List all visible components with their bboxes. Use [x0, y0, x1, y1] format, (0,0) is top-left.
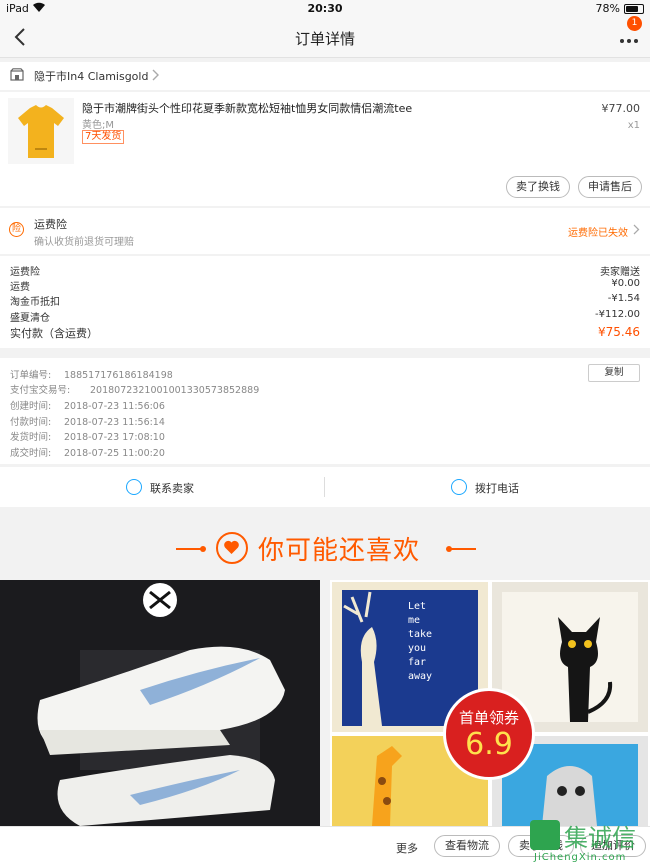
- cost-label: 运费险: [10, 267, 40, 278]
- item-quantity: x1: [627, 120, 640, 131]
- cost-value: -¥1.54: [607, 293, 640, 304]
- chevron-right-icon: [152, 69, 159, 81]
- total-amount: ¥75.46: [598, 325, 640, 339]
- decor-line: [176, 548, 202, 550]
- info-value: 2018072321001001330573852889: [90, 385, 260, 396]
- clock: 20:30: [307, 2, 343, 15]
- watermark: 集诚信 JiChengXin.com: [530, 818, 648, 866]
- cost-row: 淘金币抵扣 -¥1.54: [10, 293, 640, 308]
- product-card-pillows[interactable]: Let me take you far away 首单领券 6.9: [330, 580, 650, 826]
- info-label: 订单编号:: [10, 370, 52, 381]
- info-label: 支付宝交易号:: [10, 385, 71, 396]
- sell-exchange-button[interactable]: 卖了换钱: [506, 176, 570, 198]
- decor-line: [450, 548, 476, 550]
- info-label: 创建时间:: [10, 401, 52, 412]
- battery-percent: 78%: [595, 2, 620, 15]
- insurance-icon: 险: [9, 222, 24, 237]
- coupon-amount: 6.9: [465, 727, 513, 762]
- order-info-row: 发货时间: 2018-07-23 17:08:10: [10, 429, 165, 443]
- contact-seller-button[interactable]: 联系卖家: [0, 467, 325, 507]
- recommend-header: 你可能还喜欢: [0, 512, 650, 578]
- battery-icon: [624, 4, 644, 14]
- chevron-right-icon: [633, 224, 640, 235]
- sneaker-image: [0, 580, 320, 826]
- shop-icon: [10, 68, 24, 81]
- cost-row: 盛夏清仓 -¥112.00: [10, 309, 640, 324]
- order-info-row: 创建时间: 2018-07-23 11:56:06: [10, 398, 165, 412]
- order-info-row: 付款时间: 2018-07-23 11:56:14: [10, 414, 165, 428]
- watermark-text: 集诚信: [564, 824, 636, 852]
- battery-level: [626, 6, 638, 12]
- total-label: 实付款（含运费）: [10, 327, 98, 340]
- chat-icon: [126, 479, 142, 495]
- item-title[interactable]: 隐于市潮牌街头个性印花夏季新款宽松短袖t恤男女同款情侣潮流tee: [82, 100, 502, 116]
- cost-label: 运费: [10, 282, 30, 293]
- total-row: 实付款（含运费） ¥75.46: [10, 325, 640, 343]
- contact-seller-label: 联系卖家: [150, 482, 194, 495]
- cost-label: 淘金币抵扣: [10, 297, 60, 308]
- call-phone-button[interactable]: 拨打电话: [325, 467, 650, 507]
- view-logistics-button[interactable]: 查看物流: [434, 835, 500, 857]
- product-thumbnail[interactable]: [8, 98, 74, 164]
- insurance-status: 运费险已失效: [568, 228, 628, 239]
- shipping-insurance-row[interactable]: 险 运费险 确认收货前退货可理赔 运费险已失效: [0, 208, 650, 254]
- info-label: 付款时间:: [10, 417, 52, 428]
- shop-row[interactable]: 隐于市In4 Clamisgold: [0, 62, 650, 90]
- watermark-url: JiChengXin.com: [534, 852, 627, 863]
- decor-dot: [200, 546, 206, 552]
- product-card-sneakers[interactable]: [0, 580, 320, 826]
- cost-value: -¥112.00: [595, 309, 640, 320]
- cost-row: 运费险 卖家赠送: [10, 263, 640, 278]
- heart-shape: [224, 540, 239, 554]
- order-info-row: 成交时间: 2018-07-25 11:00:20: [10, 445, 165, 459]
- info-value: 2018-07-23 17:08:10: [64, 432, 165, 443]
- after-sale-button[interactable]: 申请售后: [578, 176, 642, 198]
- phone-icon: [451, 479, 467, 495]
- more-icon[interactable]: [618, 30, 640, 46]
- page-title: 订单详情: [294, 30, 355, 48]
- watermark-logo-icon: [530, 820, 560, 850]
- insurance-subtitle: 确认收货前退货可理赔: [34, 237, 134, 248]
- delivery-tag: 7天发货: [82, 130, 125, 144]
- info-label: 成交时间:: [10, 448, 52, 459]
- copy-button[interactable]: 复制: [588, 364, 640, 382]
- order-item: 隐于市潮牌街头个性印花夏季新款宽松短袖t恤男女同款情侣潮流tee 黄色;M 7天…: [0, 92, 650, 206]
- contact-row: 联系卖家 拨打电话: [0, 467, 650, 507]
- order-info: 复制 订单编号: 188517176186184198 支付宝交易号: 201807…: [0, 358, 650, 464]
- item-sku: 黄色;M: [82, 120, 114, 131]
- order-info-row: 订单编号: 188517176186184198: [10, 367, 173, 381]
- status-bar: iPad 20:30 78%: [0, 0, 650, 18]
- coupon-title: 首单领券: [458, 709, 519, 727]
- pillow-caption: Let me take you far away: [408, 601, 433, 682]
- coupon-badge[interactable]: 首单领券 6.9: [443, 688, 535, 780]
- info-value: 2018-07-23 11:56:06: [64, 401, 165, 412]
- info-label: 发货时间:: [10, 432, 52, 443]
- call-phone-label: 拨打电话: [475, 482, 519, 495]
- item-price: ¥77.00: [601, 102, 641, 115]
- insurance-title: 运费险: [34, 218, 67, 231]
- info-value: 2018-07-25 11:00:20: [64, 448, 165, 459]
- cost-value: 卖家赠送: [600, 267, 640, 278]
- cost-value: ¥0.00: [611, 278, 640, 289]
- cost-label: 盛夏清仓: [10, 313, 50, 324]
- shop-name: 隐于市In4 Clamisgold: [34, 70, 149, 83]
- cost-breakdown: 运费险 卖家赠送 运费 ¥0.00 淘金币抵扣 -¥1.54 盛夏清仓 -¥11…: [0, 256, 650, 348]
- recommend-title: 你可能还喜欢: [258, 536, 421, 566]
- nav-bar: 订单详情 1: [0, 16, 650, 58]
- heart-icon: [216, 532, 248, 564]
- cost-row: 运费 ¥0.00: [10, 278, 640, 293]
- info-value: 2018-07-23 11:56:14: [64, 417, 165, 428]
- more-button[interactable]: 更多: [396, 840, 418, 856]
- order-info-row: 支付宝交易号: 2018072321001001330573852889: [10, 382, 259, 396]
- tshirt-image: [18, 105, 64, 158]
- info-value: 188517176186184198: [64, 370, 173, 381]
- notification-badge: 1: [627, 16, 642, 31]
